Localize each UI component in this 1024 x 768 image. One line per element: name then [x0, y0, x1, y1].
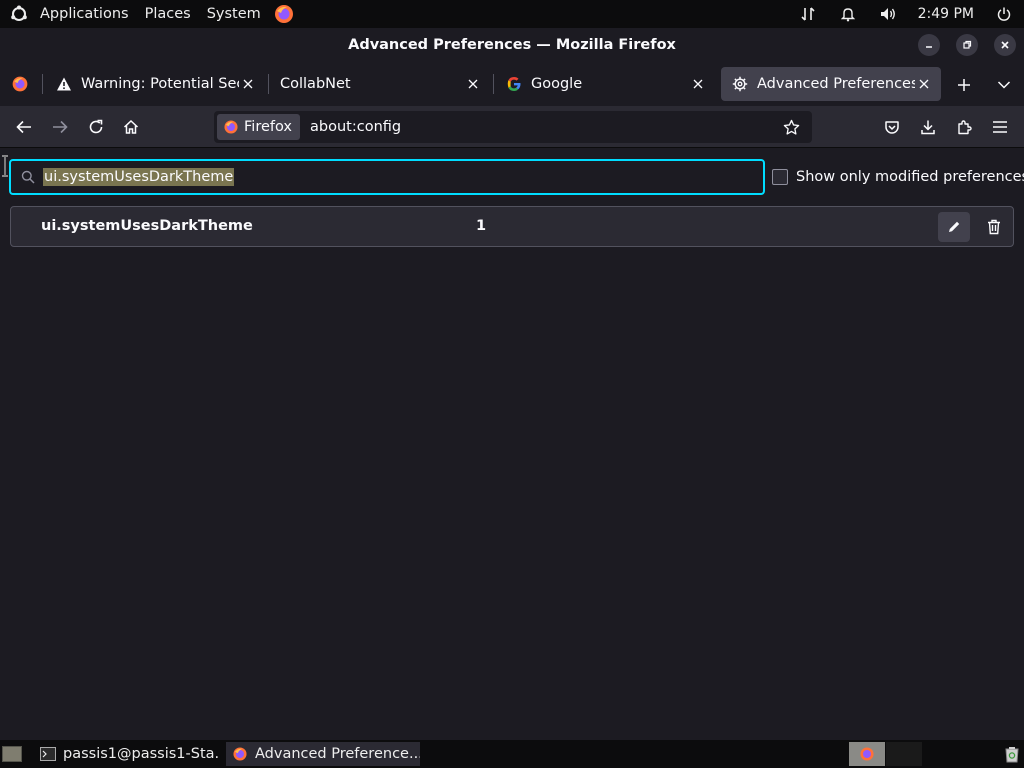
task-label: Advanced Preference...	[255, 746, 420, 762]
show-modified-toggle[interactable]: Show only modified preferences	[772, 167, 1024, 187]
home-button[interactable]	[116, 113, 146, 141]
places-menu[interactable]: Places	[137, 0, 199, 28]
bookmark-star-icon[interactable]	[776, 114, 806, 140]
workspace-2[interactable]	[886, 742, 922, 766]
tab-google[interactable]: Google	[495, 67, 715, 101]
top-panel: Applications Places System 2:49 PM	[0, 0, 1024, 28]
close-icon[interactable]	[239, 75, 257, 93]
hamburger-menu-icon[interactable]	[985, 113, 1015, 141]
gear-icon	[731, 75, 749, 93]
pocket-icon[interactable]	[877, 113, 907, 141]
applications-menu[interactable]: Applications	[32, 0, 137, 28]
preference-row[interactable]: ui.systemUsesDarkTheme 1	[10, 206, 1014, 247]
preference-search-input[interactable]: ui.systemUsesDarkTheme	[9, 159, 765, 195]
firefox-view-icon[interactable]	[0, 62, 40, 106]
tab-advanced-preferences[interactable]: Advanced Preferences	[721, 67, 941, 101]
ubuntu-logo-icon[interactable]	[0, 0, 32, 28]
url-bar[interactable]: Firefox about:config	[214, 111, 812, 143]
forward-button[interactable]	[45, 113, 75, 141]
identity-box[interactable]: Firefox	[217, 114, 300, 140]
tab-label: Advanced Preferences	[757, 76, 915, 92]
terminal-icon	[40, 747, 56, 761]
bottom-taskbar: passis1@passis1-Sta... Advanced Preferen…	[0, 740, 1024, 768]
tab-label: Warning: Potential Securi	[81, 76, 239, 92]
taskbar-firefox[interactable]: Advanced Preference...	[226, 742, 420, 766]
task-label: passis1@passis1-Sta...	[63, 746, 220, 762]
edit-preference-button[interactable]	[938, 212, 970, 242]
identity-label: Firefox	[244, 119, 292, 135]
tab-label: Google	[531, 76, 583, 92]
network-icon[interactable]	[788, 0, 828, 28]
workspace-1[interactable]	[849, 742, 885, 766]
back-button[interactable]	[9, 113, 39, 141]
tab-separator	[42, 74, 43, 94]
show-modified-label[interactable]: Show only modified preferences	[796, 169, 1024, 185]
navigation-toolbar: Firefox about:config	[0, 106, 1024, 148]
tab-separator	[493, 74, 494, 94]
list-all-tabs-button[interactable]	[990, 71, 1018, 99]
notification-bell-icon[interactable]	[828, 0, 868, 28]
tab-strip: Warning: Potential Securi CollabNet Goog…	[0, 62, 1024, 106]
volume-icon[interactable]	[868, 0, 908, 28]
close-icon[interactable]	[689, 75, 707, 93]
search-input-value[interactable]: ui.systemUsesDarkTheme	[43, 168, 235, 186]
close-icon[interactable]	[464, 75, 482, 93]
clock[interactable]: 2:49 PM	[908, 6, 984, 22]
window-titlebar[interactable]: Advanced Preferences — Mozilla Firefox	[0, 28, 1024, 62]
warning-icon	[55, 75, 73, 93]
taskbar-terminal[interactable]: passis1@passis1-Sta...	[34, 742, 220, 766]
firefox-logo-icon	[223, 119, 239, 135]
new-tab-button[interactable]	[950, 71, 978, 99]
extensions-icon[interactable]	[949, 113, 979, 141]
url-text[interactable]: about:config	[310, 119, 776, 135]
reload-button[interactable]	[81, 113, 111, 141]
minimize-button[interactable]	[918, 34, 940, 56]
show-desktop-button[interactable]	[2, 746, 22, 762]
close-window-button[interactable]	[994, 34, 1016, 56]
search-icon	[13, 170, 43, 184]
tab-separator	[268, 74, 269, 94]
firefox-icon	[232, 746, 248, 762]
tab-collabnet[interactable]: CollabNet	[270, 67, 490, 101]
tab-security-warning[interactable]: Warning: Potential Securi	[45, 67, 265, 101]
window-title: Advanced Preferences — Mozilla Firefox	[348, 37, 676, 53]
power-icon[interactable]	[984, 0, 1024, 28]
restore-button[interactable]	[956, 34, 978, 56]
close-icon[interactable]	[915, 75, 933, 93]
preference-value[interactable]: 1	[476, 218, 486, 234]
text-cursor-icon	[0, 155, 10, 177]
show-modified-checkbox[interactable]	[772, 169, 788, 185]
system-menu[interactable]: System	[199, 0, 269, 28]
preference-name: ui.systemUsesDarkTheme	[41, 218, 253, 234]
about-config-page: ui.systemUsesDarkTheme Show only modifie…	[0, 148, 1024, 740]
firefox-launcher-icon[interactable]	[269, 0, 299, 28]
google-icon	[505, 75, 523, 93]
trash-icon[interactable]	[1002, 743, 1022, 765]
delete-preference-button[interactable]	[978, 212, 1010, 242]
downloads-icon[interactable]	[913, 113, 943, 141]
tab-label: CollabNet	[280, 76, 351, 92]
